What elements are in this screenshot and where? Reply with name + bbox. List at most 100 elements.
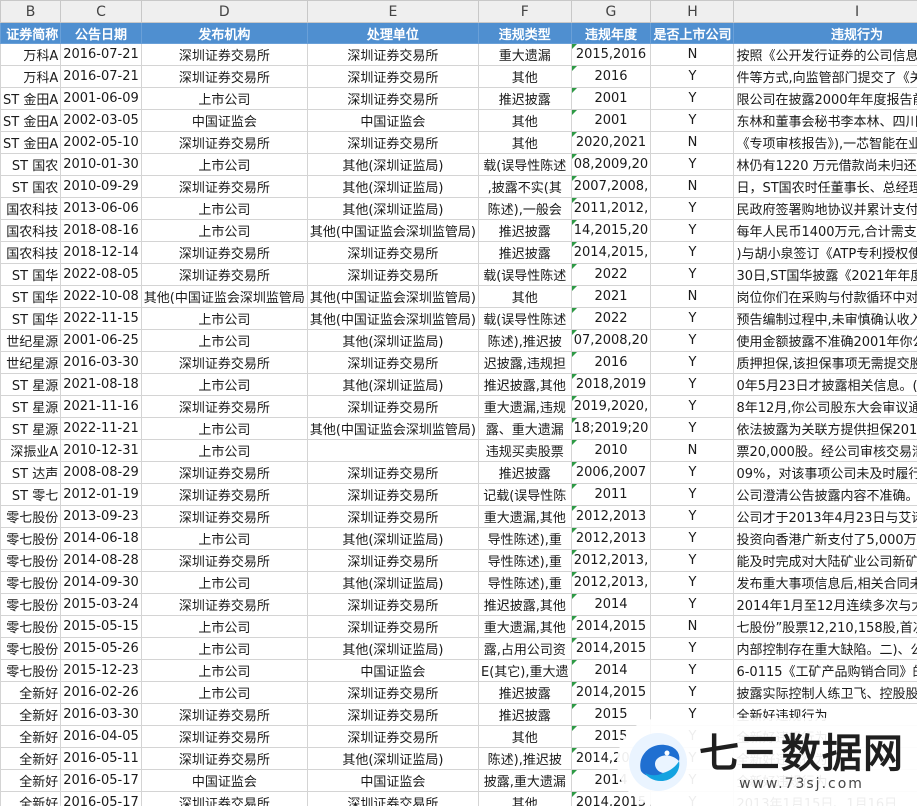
cell-is-listed[interactable]: N (650, 439, 735, 462)
cell-stock-name[interactable]: 国农科技 (0, 241, 62, 264)
cell-violation-behavior[interactable]: 质押担保,该担保事项无需提交股东大会审 (733, 351, 917, 374)
cell-handling-unit[interactable]: 其他(中国证监会深圳监管局) (306, 417, 480, 440)
cell-is-listed[interactable]: Y (650, 593, 735, 616)
cell-is-listed[interactable]: Y (650, 241, 735, 264)
cell-publisher[interactable]: 深圳证券交易所 (140, 395, 308, 418)
cell-stock-name[interactable]: ST 国华 (0, 307, 62, 330)
cell-publisher[interactable]: 上市公司 (140, 615, 308, 638)
cell-handling-unit[interactable] (306, 439, 480, 462)
column-letter-i[interactable]: I (733, 0, 917, 23)
cell-publisher[interactable]: 上市公司 (140, 373, 308, 396)
cell-announce-date[interactable]: 2010-01-30 (60, 153, 142, 176)
cell-handling-unit[interactable]: 其他(深圳证监局) (306, 571, 480, 594)
cell-violation-type[interactable]: 载(误导性陈述 (478, 263, 572, 286)
cell-announce-date[interactable]: 2022-10-08 (60, 285, 142, 308)
cell-violation-type[interactable]: 推迟披露 (478, 219, 572, 242)
cell-violation-behavior[interactable]: 日，ST国农时任董事长、总经理王克斯 (733, 175, 917, 198)
cell-violation-year[interactable]: 2018,2019 (570, 373, 652, 396)
cell-announce-date[interactable]: 2010-12-31 (60, 439, 142, 462)
cell-violation-year[interactable]: 2015,2016 (570, 43, 652, 66)
cell-is-listed[interactable]: Y (650, 659, 735, 682)
cell-announce-date[interactable]: 2016-05-17 (60, 791, 142, 806)
cell-violation-year[interactable]: 2016 (570, 65, 652, 88)
header-announce-date[interactable]: 公告日期 (60, 22, 142, 44)
cell-violation-behavior[interactable]: 《专项审核报告》),一芯智能在业绩承诺 (733, 131, 917, 154)
cell-stock-name[interactable]: 全新好 (0, 747, 62, 770)
cell-violation-year[interactable]: 2022 (570, 307, 652, 330)
cell-handling-unit[interactable]: 中国证监会 (306, 659, 480, 682)
cell-is-listed[interactable]: Y (650, 351, 735, 374)
cell-publisher[interactable]: 上市公司 (140, 637, 308, 660)
cell-announce-date[interactable]: 2015-03-24 (60, 593, 142, 616)
cell-handling-unit[interactable]: 其他(深圳证监局) (306, 637, 480, 660)
cell-violation-type[interactable]: 推迟披露 (478, 703, 572, 726)
cell-violation-behavior[interactable]: 七股份”股票12,210,158股,首次超过零 (733, 615, 917, 638)
cell-violation-type[interactable]: 披露,重大遗漏 (478, 769, 572, 792)
cell-violation-type[interactable]: 重大遗漏,其他 (478, 615, 572, 638)
header-violation-year[interactable]: 违规年度 (570, 22, 652, 44)
cell-violation-behavior[interactable]: 公司澄清公告披露内容不准确。公司就 (733, 483, 917, 506)
cell-violation-year[interactable]: 08,2009,20 (570, 153, 652, 176)
cell-violation-behavior[interactable]: 预告编制过程中,未审慎确认收入并考虑 (733, 307, 917, 330)
cell-publisher[interactable]: 其他(中国证监会深圳监管局 (140, 285, 308, 308)
column-letter-e[interactable]: E (306, 0, 480, 23)
cell-violation-type[interactable]: 其他 (478, 791, 572, 806)
cell-stock-name[interactable]: 全新好 (0, 703, 62, 726)
cell-publisher[interactable]: 深圳证券交易所 (140, 747, 308, 770)
cell-announce-date[interactable]: 2016-05-11 (60, 747, 142, 770)
cell-publisher[interactable]: 上市公司 (140, 307, 308, 330)
cell-stock-name[interactable]: 零七股份 (0, 659, 62, 682)
cell-announce-date[interactable]: 2016-03-30 (60, 703, 142, 726)
cell-handling-unit[interactable]: 其他(深圳证监局) (306, 527, 480, 550)
cell-publisher[interactable]: 深圳证券交易所 (140, 461, 308, 484)
cell-violation-type[interactable]: 重大遗漏,其他 (478, 505, 572, 528)
cell-announce-date[interactable]: 2002-03-05 (60, 109, 142, 132)
cell-stock-name[interactable]: 零七股份 (0, 527, 62, 550)
cell-violation-type[interactable]: ,披露不实(其 (478, 175, 572, 198)
cell-is-listed[interactable]: Y (650, 461, 735, 484)
cell-violation-year[interactable]: 2014,2015 (570, 681, 652, 704)
cell-stock-name[interactable]: 世纪星源 (0, 329, 62, 352)
cell-violation-type[interactable]: 露、重大遗漏 (478, 417, 572, 440)
cell-violation-type[interactable]: 露,占用公司资 (478, 637, 572, 660)
cell-violation-behavior[interactable]: 民政府签署购地协议并累计支付527.46 (733, 197, 917, 220)
cell-violation-year[interactable]: 2012,2013 (570, 527, 652, 550)
cell-handling-unit[interactable]: 深圳证券交易所 (306, 351, 480, 374)
cell-announce-date[interactable]: 2016-07-21 (60, 65, 142, 88)
cell-violation-type[interactable]: 推迟披露 (478, 461, 572, 484)
cell-announce-date[interactable]: 2015-05-15 (60, 615, 142, 638)
cell-announce-date[interactable]: 2016-04-05 (60, 725, 142, 748)
cell-violation-year[interactable]: 2007,2008, (570, 175, 652, 198)
cell-publisher[interactable]: 上市公司 (140, 153, 308, 176)
cell-violation-type[interactable]: 记载(误导性陈 (478, 483, 572, 506)
cell-handling-unit[interactable]: 其他(深圳证监局) (306, 153, 480, 176)
cell-violation-type[interactable]: 导性陈述),重 (478, 571, 572, 594)
cell-violation-year[interactable]: 2006,2007 (570, 461, 652, 484)
cell-handling-unit[interactable]: 深圳证券交易所 (306, 791, 480, 806)
cell-announce-date[interactable]: 2022-08-05 (60, 263, 142, 286)
cell-handling-unit[interactable]: 中国证监会 (306, 769, 480, 792)
cell-publisher[interactable]: 深圳证券交易所 (140, 263, 308, 286)
cell-violation-type[interactable]: 推迟披露,其他 (478, 593, 572, 616)
column-letter-h[interactable]: H (650, 0, 735, 23)
cell-is-listed[interactable]: N (650, 285, 735, 308)
cell-violation-year[interactable]: 2016 (570, 351, 652, 374)
cell-handling-unit[interactable]: 深圳证券交易所 (306, 681, 480, 704)
cell-is-listed[interactable]: Y (650, 417, 735, 440)
cell-handling-unit[interactable]: 深圳证券交易所 (306, 505, 480, 528)
cell-announce-date[interactable]: 2012-01-19 (60, 483, 142, 506)
cell-violation-behavior[interactable]: 6-0115《工矿产品购销合同》的定金,GS (733, 659, 917, 682)
cell-handling-unit[interactable]: 深圳证券交易所 (306, 483, 480, 506)
cell-violation-behavior[interactable]: 能及时完成对大陆矿业公司新矿区环评 (733, 549, 917, 572)
cell-announce-date[interactable]: 2002-05-10 (60, 131, 142, 154)
cell-violation-behavior[interactable]: 使用金额披露不准确2001年你公司配股 (733, 329, 917, 352)
cell-violation-type[interactable]: 其他 (478, 285, 572, 308)
cell-stock-name[interactable]: 全新好 (0, 769, 62, 792)
cell-is-listed[interactable]: Y (650, 307, 735, 330)
header-stock-name[interactable]: 证券简称 (0, 22, 62, 44)
cell-violation-type[interactable]: 其他 (478, 131, 572, 154)
cell-violation-year[interactable]: 2012,2013 (570, 505, 652, 528)
column-letter-b[interactable]: B (0, 0, 62, 23)
cell-violation-type[interactable]: 迟披露,违规担 (478, 351, 572, 374)
cell-is-listed[interactable]: Y (650, 263, 735, 286)
